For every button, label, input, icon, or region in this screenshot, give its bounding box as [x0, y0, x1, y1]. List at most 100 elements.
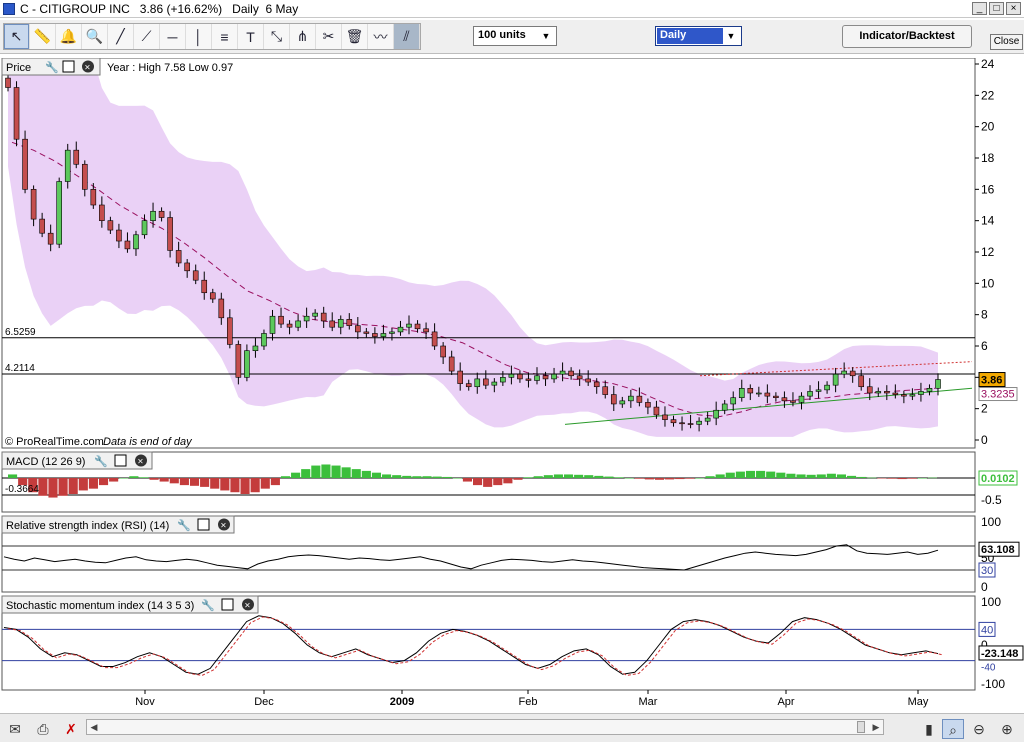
macd-bar [766, 471, 776, 478]
period-select[interactable]: Daily ▼ [655, 26, 742, 46]
candle-body [696, 420, 702, 425]
window-icon [197, 518, 210, 531]
candle-body [926, 387, 933, 392]
macd-bar [614, 477, 624, 478]
disable-icon[interactable]: ✗ [60, 719, 82, 739]
status-bar: ✉ ⎙ ✗ ◀ ▶ ▮ ⌕ ⊖ ⊕ [0, 713, 1024, 742]
fibonacci-icon[interactable]: ≡ [212, 24, 238, 49]
price-chart[interactable]: 6.52594.21142422201816141210864203.863.3… [0, 58, 1024, 714]
pointer-icon[interactable]: ↖ [4, 24, 30, 49]
macd-bar [240, 478, 250, 494]
macd-bar [806, 474, 816, 478]
close-window-button[interactable]: × [1006, 2, 1021, 15]
macd-bar [887, 478, 897, 479]
last-price-label: 3.86 [981, 375, 1002, 387]
candle-body [47, 232, 54, 245]
horizontal-line-icon[interactable]: ─ [160, 24, 186, 49]
trend-line-icon[interactable]: ⟋ [134, 24, 160, 49]
minimize-button[interactable]: _ [972, 2, 987, 15]
candle-body [192, 270, 199, 281]
close-icon-glyph: × [245, 601, 251, 612]
candle-body [525, 378, 532, 381]
scroll-right-arrow[interactable]: ▶ [869, 720, 883, 734]
candle-body [209, 292, 216, 300]
candle-body [491, 381, 498, 386]
x-axis-label: Nov [135, 696, 155, 708]
close-icon-glyph: × [85, 63, 91, 74]
macd-bar [473, 478, 483, 486]
macd-bar [574, 474, 584, 478]
macd-value-label: 0.0102 [981, 473, 1015, 485]
arrows-icon[interactable]: ⤡ [264, 24, 290, 49]
units-select-value: 100 units [478, 29, 526, 41]
macd-bar [159, 478, 169, 482]
macd-bar [907, 478, 917, 479]
scroll-thumb[interactable] [857, 721, 865, 733]
pitchfork-icon[interactable]: ⋔ [290, 24, 316, 49]
close-button[interactable]: Close [990, 34, 1023, 50]
candle-body [244, 350, 250, 378]
macd-bar [200, 478, 210, 487]
bar-chart-icon[interactable]: ▮ [918, 719, 940, 739]
macd-bar [422, 476, 432, 478]
candle-body [337, 319, 344, 328]
candle-body [610, 394, 617, 405]
macd-bar [321, 464, 331, 478]
print-icon[interactable]: ⎙ [32, 719, 54, 739]
text-icon[interactable]: T [238, 24, 264, 49]
candle-body [713, 409, 719, 419]
y-tick-label: 16 [981, 182, 995, 196]
macd-bar [341, 467, 351, 478]
candle-body [329, 320, 336, 328]
candle-body [730, 397, 737, 405]
candle-body [414, 323, 421, 330]
zoom-fit-icon[interactable]: ⌕ [942, 719, 964, 739]
line-icon[interactable]: ╱ [108, 24, 134, 49]
macd-bar [533, 476, 543, 478]
candle-body [39, 218, 45, 234]
tools-icon[interactable]: ✂ [316, 24, 342, 49]
stoch-lower-label: -40 [981, 663, 996, 674]
macd-bar [867, 477, 877, 479]
macd-bar [756, 470, 766, 478]
scroll-left-arrow[interactable]: ◀ [87, 720, 101, 734]
macd-bar [594, 475, 604, 478]
channel-icon[interactable]: ⫽ [394, 24, 420, 49]
time-scrollbar[interactable]: ◀ ▶ [86, 719, 884, 735]
candle-body [150, 210, 156, 221]
macd-bar [189, 478, 200, 486]
candle-body [500, 377, 506, 383]
candle-body [790, 400, 796, 403]
candle-body [798, 395, 805, 403]
candle-body [679, 422, 685, 425]
mail-icon[interactable]: ✉ [4, 719, 26, 739]
macd-bar [786, 473, 796, 478]
maximize-button[interactable]: □ [989, 2, 1004, 15]
chart-type-icon[interactable]: 〰 [368, 24, 394, 49]
zoom-icon[interactable]: 🔍 [82, 24, 108, 49]
candle-body [81, 163, 88, 190]
window-icon [221, 598, 234, 611]
candle-body [593, 381, 600, 388]
ruler-icon[interactable]: 📏 [30, 24, 56, 49]
zoom-in-icon[interactable]: ⊕ [996, 719, 1018, 739]
units-select[interactable]: 100 units ▼ [473, 26, 557, 46]
candle-body [670, 419, 677, 424]
macd-bar [371, 472, 382, 478]
candle-body [841, 370, 847, 375]
candle-body [124, 240, 131, 250]
x-axis-label: May [908, 696, 929, 708]
vertical-line-icon[interactable]: │ [186, 24, 212, 49]
candle-body [542, 375, 549, 380]
macd-bar [634, 478, 644, 479]
candle-body [184, 262, 190, 272]
trash-icon[interactable]: 🗑 [342, 24, 368, 49]
candle-body [286, 323, 293, 328]
zoom-out-icon[interactable]: ⊖ [968, 719, 990, 739]
candle-body [866, 386, 873, 394]
indicator-backtest-button[interactable]: Indicator/Backtest [842, 25, 972, 48]
macd-bar [826, 473, 836, 478]
macd-bar [88, 478, 98, 489]
candle-body [602, 386, 609, 395]
alarm-bell-icon[interactable]: 🔔 [56, 24, 82, 49]
